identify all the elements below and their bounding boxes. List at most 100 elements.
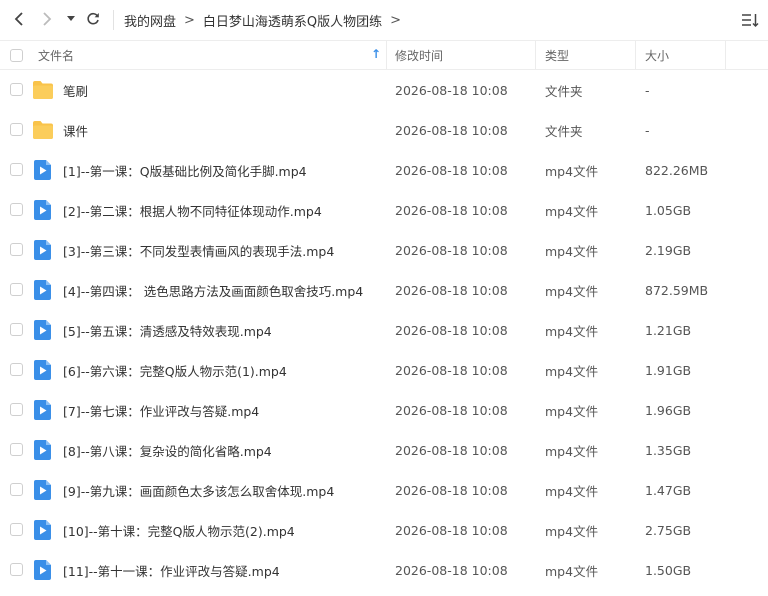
video-file-icon [32, 400, 54, 420]
file-name[interactable]: [9]--第九课：画面颜色太多该怎么取舍体现.mp4 [63, 470, 334, 510]
forward-button[interactable] [36, 8, 58, 30]
refresh-button[interactable] [82, 8, 104, 30]
column-divider[interactable] [386, 41, 387, 69]
column-divider[interactable] [535, 41, 536, 69]
file-row[interactable]: [5]--第五课：清透感及特效表现.mp4 2026-08-18 10:08 mp4… [0, 310, 768, 350]
file-type: mp4文件 [545, 283, 599, 299]
file-name[interactable]: [3]--第三课：不同发型表情画风的表现手法.mp4 [63, 230, 334, 270]
video-file-icon [32, 440, 54, 460]
row-checkbox[interactable] [10, 563, 23, 576]
file-name[interactable]: [2]--第二课：根据人物不同特征体现动作.mp4 [63, 190, 322, 230]
file-size: 1.47GB [645, 482, 692, 498]
column-header-type[interactable]: 类型 [545, 41, 635, 69]
sort-view-button[interactable] [740, 10, 760, 30]
breadcrumb: 我的网盘 > 白日梦山海透萌系Q版人物团练 > [124, 0, 409, 40]
file-type: 文件夹 [545, 83, 583, 99]
column-divider[interactable] [725, 41, 726, 69]
video-file-icon [32, 240, 54, 260]
row-checkbox[interactable] [10, 163, 23, 176]
file-modified-time: 2026-08-18 10:08 [395, 322, 508, 338]
refresh-icon [87, 12, 99, 25]
file-modified-time: 2026-08-18 10:08 [395, 482, 508, 498]
row-checkbox[interactable] [10, 83, 23, 96]
row-checkbox[interactable] [10, 363, 23, 376]
file-row[interactable]: [2]--第二课：根据人物不同特征体现动作.mp4 2026-08-18 10:0… [0, 190, 768, 230]
column-header-size[interactable]: 大小 [645, 41, 725, 69]
file-row[interactable]: [8]--第八课：复杂设的简化省略.mp4 2026-08-18 10:08 mp4… [0, 430, 768, 470]
row-checkbox[interactable] [10, 243, 23, 256]
file-name[interactable]: 笔刷 [63, 70, 88, 110]
select-all-checkbox[interactable] [10, 49, 23, 62]
file-row[interactable]: [6]--第六课：完整Q版人物示范(1).mp4 2026-08-18 10:08… [0, 350, 768, 390]
file-type: mp4文件 [545, 483, 599, 499]
file-name[interactable]: [5]--第五课：清透感及特效表现.mp4 [63, 310, 272, 350]
file-size: 2.19GB [645, 242, 692, 258]
file-modified-time: 2026-08-18 10:08 [395, 82, 508, 98]
column-header-modified[interactable]: 修改时间 [395, 41, 535, 69]
video-file-icon [32, 160, 54, 180]
back-button[interactable] [8, 8, 30, 30]
row-checkbox[interactable] [10, 283, 23, 296]
row-checkbox[interactable] [10, 403, 23, 416]
row-checkbox[interactable] [10, 443, 23, 456]
video-file-icon [32, 280, 54, 300]
file-type: mp4文件 [545, 363, 599, 379]
file-name[interactable]: [1]--第一课：Q版基础比例及简化手脚.mp4 [63, 150, 307, 190]
nav-divider [113, 10, 114, 30]
file-modified-time: 2026-08-18 10:08 [395, 122, 508, 138]
file-type: mp4文件 [545, 323, 599, 339]
file-row[interactable]: [10]--第十课：完整Q版人物示范(2).mp4 2026-08-18 10:0… [0, 510, 768, 550]
file-size: 1.50GB [645, 562, 692, 578]
file-modified-time: 2026-08-18 10:08 [395, 442, 508, 458]
file-row[interactable]: [1]--第一课：Q版基础比例及简化手脚.mp4 2026-08-18 10:08… [0, 150, 768, 190]
row-checkbox[interactable] [10, 483, 23, 496]
row-checkbox[interactable] [10, 123, 23, 136]
file-row[interactable]: [11]--第十一课：作业评改与答疑.mp4 2026-08-18 10:08 mp… [0, 550, 768, 590]
breadcrumb-item-current[interactable]: 白日梦山海透萌系Q版人物团练 [203, 11, 382, 30]
file-name[interactable]: [10]--第十课：完整Q版人物示范(2).mp4 [63, 510, 295, 550]
row-checkbox[interactable] [10, 323, 23, 336]
breadcrumb-item-root[interactable]: 我的网盘 [124, 11, 176, 30]
chevron-right-icon [43, 12, 52, 26]
file-modified-time: 2026-08-18 10:08 [395, 242, 508, 258]
file-name[interactable]: [6]--第六课：完整Q版人物示范(1).mp4 [63, 350, 287, 390]
file-name[interactable]: [4]--第四课： 选色思路方法及画面颜色取舍技巧.mp4 [63, 270, 363, 310]
row-checkbox[interactable] [10, 203, 23, 216]
file-name[interactable]: 课件 [63, 110, 88, 150]
file-name[interactable]: [7]--第七课：作业评改与答疑.mp4 [63, 390, 259, 430]
file-name[interactable]: [8]--第八课：复杂设的简化省略.mp4 [63, 430, 272, 470]
folder-icon [32, 80, 54, 100]
video-file-icon [32, 320, 54, 340]
file-name[interactable]: [11]--第十一课：作业评改与答疑.mp4 [63, 550, 280, 590]
file-type: 文件夹 [545, 123, 583, 139]
file-row[interactable]: [4]--第四课： 选色思路方法及画面颜色取舍技巧.mp4 2026-08-18 … [0, 270, 768, 310]
file-modified-time: 2026-08-18 10:08 [395, 362, 508, 378]
file-size: 872.59MB [645, 282, 709, 298]
row-checkbox[interactable] [10, 523, 23, 536]
column-header-name[interactable]: 文件名 [38, 41, 386, 69]
file-modified-time: 2026-08-18 10:08 [395, 202, 508, 218]
history-dropdown-button[interactable] [62, 8, 80, 30]
file-modified-time: 2026-08-18 10:08 [395, 562, 508, 578]
video-file-icon [32, 520, 54, 540]
file-size: 1.35GB [645, 442, 692, 458]
folder-icon [32, 120, 54, 140]
column-divider[interactable] [635, 41, 636, 69]
file-modified-time: 2026-08-18 10:08 [395, 162, 508, 178]
file-list-header: 文件名 ↑ 修改时间 类型 大小 [0, 40, 768, 70]
navigation-bar: 我的网盘 > 白日梦山海透萌系Q版人物团练 > [0, 0, 768, 40]
file-type: mp4文件 [545, 443, 599, 459]
file-row[interactable]: [7]--第七课：作业评改与答疑.mp4 2026-08-18 10:08 mp4文… [0, 390, 768, 430]
video-file-icon [32, 360, 54, 380]
file-row[interactable]: 笔刷 2026-08-18 10:08 文件夹 - [0, 70, 768, 110]
file-modified-time: 2026-08-18 10:08 [395, 522, 508, 538]
file-size: 822.26MB [645, 162, 709, 178]
file-type: mp4文件 [545, 243, 599, 259]
file-modified-time: 2026-08-18 10:08 [395, 402, 508, 418]
file-size: 1.96GB [645, 402, 692, 418]
video-file-icon [32, 200, 54, 220]
file-row[interactable]: [9]--第九课：画面颜色太多该怎么取舍体现.mp4 2026-08-18 10:… [0, 470, 768, 510]
breadcrumb-separator-icon: > [390, 12, 402, 28]
file-row[interactable]: 课件 2026-08-18 10:08 文件夹 - [0, 110, 768, 150]
file-row[interactable]: [3]--第三课：不同发型表情画风的表现手法.mp4 2026-08-18 10:… [0, 230, 768, 270]
